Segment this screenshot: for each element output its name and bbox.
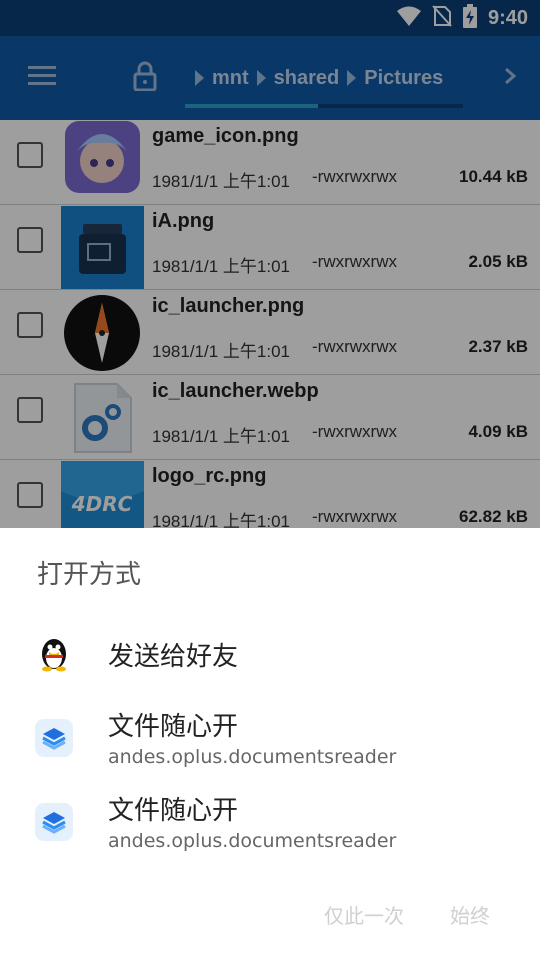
sheet-title: 打开方式	[37, 560, 142, 590]
sheet-actions: 仅此一次 始终	[0, 896, 540, 936]
documents-reader-icon	[34, 718, 74, 758]
documents-reader-icon	[34, 802, 74, 842]
app-option-documents-reader[interactable]: 文件随心开 andes.oplus.documentsreader	[0, 698, 540, 778]
just-once-button[interactable]: 仅此一次	[324, 900, 404, 929]
open-with-sheet: 打开方式 发送给好友 文件随心开 andes.oplus.documentsre…	[0, 528, 540, 960]
app-option-label: 发送给好友	[108, 642, 239, 672]
app-option-package: andes.oplus.documentsreader	[108, 830, 397, 852]
app-option-package: andes.oplus.documentsreader	[108, 746, 397, 768]
dialog-scrim[interactable]	[0, 0, 540, 528]
qq-penguin-icon	[34, 634, 74, 674]
app-option-send-to-friend[interactable]: 发送给好友	[0, 614, 540, 694]
app-option-documents-reader[interactable]: 文件随心开 andes.oplus.documentsreader	[0, 782, 540, 862]
app-option-label: 文件随心开	[108, 712, 239, 742]
always-button[interactable]: 始终	[450, 900, 490, 929]
app-option-label: 文件随心开	[108, 796, 239, 826]
